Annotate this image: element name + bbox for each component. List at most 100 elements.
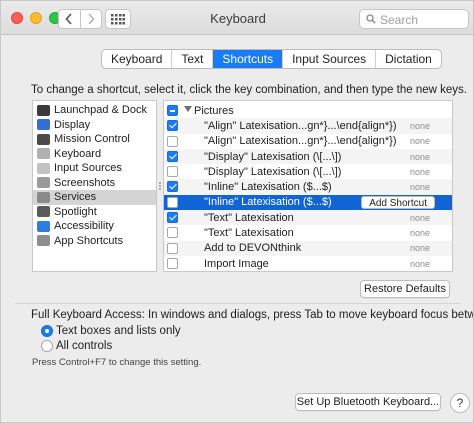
radio-text-boxes[interactable]: Text boxes and lists only — [41, 325, 181, 337]
shortcut-value: none — [409, 166, 430, 177]
shortcut-row[interactable]: "Display" Latexisation (\[...\]) none — [164, 164, 452, 179]
preferences-window: Keyboard Keyboard Text Shortcuts Input S… — [0, 0, 474, 423]
shortcut-label: "Align" Latexisation...gn*}...\end{align… — [204, 135, 397, 148]
sidebar-item[interactable]: Display — [33, 118, 156, 133]
shortcut-value: none — [409, 243, 430, 254]
shortcut-label: Add to DEVONthink — [204, 242, 302, 255]
checkbox[interactable] — [167, 120, 178, 132]
checkbox[interactable] — [167, 105, 178, 116]
shortcut-value: none — [409, 136, 430, 147]
sidebar-item[interactable]: Keyboard — [33, 147, 156, 162]
shortcut-value: none — [409, 151, 430, 162]
shortcut-row[interactable]: "Inline" Latexisation ($...$) Add Shortcu… — [164, 194, 452, 211]
group-row[interactable]: Pictures — [164, 103, 452, 118]
bluetooth-keyboard-button[interactable]: Set Up Bluetooth Keyboard... — [295, 393, 441, 411]
sidebar-item-label: Input Sources — [54, 162, 122, 175]
shortcut-value: none — [409, 120, 430, 131]
tab-text[interactable]: Text — [171, 50, 212, 68]
tab-shortcuts[interactable]: Shortcuts — [212, 50, 283, 68]
spotlight-icon — [37, 206, 50, 218]
search-input[interactable] — [380, 12, 466, 27]
sidebar-item-label: Spotlight — [54, 205, 97, 218]
shortcut-value: none — [409, 212, 430, 223]
shortcut-row[interactable]: "Inline" Latexisation ($...$) none — [164, 179, 452, 195]
disclosure-triangle-icon[interactable] — [184, 106, 192, 112]
sidebar-item[interactable]: App Shortcuts — [33, 234, 156, 249]
shortcut-value: none — [409, 182, 430, 193]
sidebar-item[interactable]: Mission Control — [33, 132, 156, 147]
checkbox[interactable] — [167, 242, 178, 254]
sidebar-item-label: Accessibility — [54, 220, 114, 233]
sidebar-item-label: Mission Control — [54, 133, 130, 146]
gear-icon — [37, 191, 50, 203]
full-keyboard-access-label: Full Keyboard Access: In windows and dia… — [31, 309, 474, 321]
sidebar-item[interactable]: Screenshots — [33, 176, 156, 191]
shortcut-row[interactable]: "Text" Latexisation none — [164, 210, 452, 226]
sidebar-item[interactable]: Input Sources — [33, 161, 156, 176]
shortcut-label: "Text" Latexisation — [204, 227, 294, 240]
input-sources-icon — [37, 162, 50, 174]
checkbox[interactable] — [167, 150, 178, 162]
shortcut-row[interactable]: Add to DEVONthink none — [164, 240, 452, 256]
sidebar-item[interactable]: Spotlight — [33, 205, 156, 220]
accessibility-icon — [37, 220, 50, 232]
display-icon — [37, 119, 50, 131]
launchpad-icon — [37, 104, 50, 116]
screenshots-icon — [37, 177, 50, 189]
shortcut-label: Pictures — [194, 104, 234, 117]
hint-text: Press Control+F7 to change this setting. — [32, 357, 202, 368]
sidebar-item-label: Display — [54, 118, 91, 131]
tab-dictation[interactable]: Dictation — [375, 50, 441, 68]
app-shortcuts-icon — [37, 235, 50, 247]
tab-input-sources[interactable]: Input Sources — [282, 50, 375, 68]
shortcut-label: "Align" Latexisation...gn*}...\end{align… — [204, 119, 397, 132]
keyboard-icon — [37, 148, 50, 160]
checkbox[interactable] — [167, 166, 178, 178]
radio-label: All controls — [56, 340, 113, 352]
sidebar-item-label: Services — [54, 191, 97, 204]
shortcut-label: "Display" Latexisation (\[...\]) — [204, 150, 342, 163]
checkbox[interactable] — [167, 227, 178, 239]
checkbox[interactable] — [167, 181, 178, 193]
shortcut-list: Pictures "Align" Latexisation...gn*}...\e… — [163, 100, 453, 272]
instruction-text: To change a shortcut, select it, click t… — [31, 84, 467, 96]
pane-splitter[interactable] — [158, 181, 162, 193]
checkbox[interactable] — [167, 135, 178, 147]
tab-bar: Keyboard Text Shortcuts Input Sources Di… — [101, 49, 442, 69]
mission-control-icon — [37, 133, 50, 145]
shortcut-row[interactable]: "Text" Latexisation none — [164, 225, 452, 240]
shortcut-label: "Inline" Latexisation ($...$) — [204, 196, 332, 209]
shortcut-row[interactable]: "Display" Latexisation (\[...\]) none — [164, 148, 452, 165]
checkbox[interactable] — [167, 212, 178, 224]
radio-all-controls[interactable]: All controls — [41, 340, 112, 352]
checkbox[interactable] — [167, 257, 178, 269]
divider — [15, 303, 461, 304]
search-icon — [366, 14, 376, 24]
shortcut-label: "Text" Latexisation — [204, 211, 294, 224]
tab-keyboard[interactable]: Keyboard — [102, 50, 171, 68]
radio-button[interactable] — [41, 325, 53, 337]
sidebar-item[interactable]: Accessibility — [33, 219, 156, 234]
checkbox[interactable] — [167, 196, 178, 208]
category-list: Launchpad & Dock Display Mission Control Ke… — [32, 100, 157, 272]
sidebar-item-label: Keyboard — [54, 147, 102, 160]
radio-button[interactable] — [41, 340, 53, 352]
add-shortcut-button[interactable]: Add Shortcut — [361, 195, 435, 209]
shortcut-row[interactable]: "Align" Latexisation...gn*}...\end{align… — [164, 134, 452, 149]
title-bar: Keyboard — [1, 1, 473, 35]
shortcut-value: none — [409, 258, 430, 269]
sidebar-item-label: Screenshots — [54, 176, 116, 189]
shortcut-value: none — [409, 228, 430, 239]
help-button[interactable]: ? — [450, 393, 470, 413]
sidebar-item-label: App Shortcuts — [54, 234, 124, 247]
radio-label: Text boxes and lists only — [56, 325, 181, 337]
sidebar-item[interactable]: Services — [33, 190, 156, 205]
search-field[interactable] — [359, 9, 469, 29]
shortcut-label: Import Image — [204, 257, 269, 270]
shortcut-row[interactable]: "Align" Latexisation...gn*}...\end{align… — [164, 118, 452, 134]
shortcut-label: "Inline" Latexisation ($...$) — [204, 181, 332, 194]
restore-defaults-button[interactable]: Restore Defaults — [360, 280, 450, 298]
shortcut-row[interactable]: Import Image none — [164, 256, 452, 271]
sidebar-item[interactable]: Launchpad & Dock — [33, 103, 156, 118]
sidebar-item-label: Launchpad & Dock — [54, 104, 147, 117]
